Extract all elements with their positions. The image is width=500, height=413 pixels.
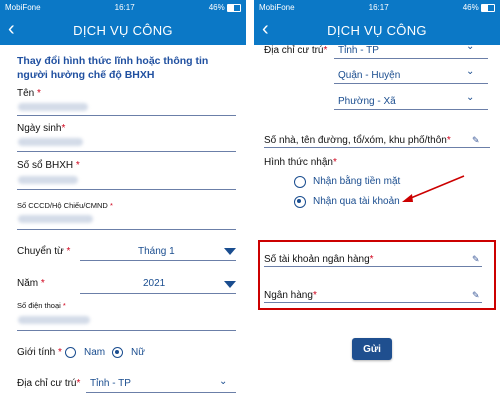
time-label: 16:17	[114, 3, 135, 12]
transfer-from-underline	[80, 260, 236, 261]
district-underline	[334, 83, 488, 84]
chevron-down-icon[interactable]: ⌄	[466, 41, 474, 52]
receive-account-label: Nhận qua tài khoản	[313, 196, 400, 207]
chevron-down-icon[interactable]: ⌄	[466, 92, 474, 103]
form-heading: Thay đổi hình thức lĩnh hoặc thông tin n…	[17, 55, 209, 81]
submit-button-label: Gửi	[363, 343, 381, 355]
back-icon[interactable]: ‹	[262, 19, 269, 39]
battery-label: 46%	[463, 3, 495, 12]
nav-bar: ‹ DỊCH VỤ CÔNG	[0, 15, 246, 45]
pencil-icon[interactable]: ✎	[472, 254, 480, 265]
arrow-head	[402, 194, 413, 202]
phone-label: Số điện thoại *	[17, 301, 66, 310]
id-number-field[interactable]	[17, 229, 236, 230]
year-underline	[80, 293, 236, 294]
carrier-label: MobiFone	[259, 3, 295, 12]
phone-value	[18, 316, 90, 324]
page-title: DỊCH VỤ CÔNG	[73, 22, 173, 38]
chevron-down-icon[interactable]: ⌄	[466, 66, 474, 77]
transfer-from-value[interactable]: Tháng 1	[138, 246, 175, 257]
province-underline	[334, 58, 488, 59]
gender-female-radio[interactable]	[112, 347, 123, 358]
gender-male-label: Nam	[84, 347, 106, 358]
phone-screen-left: MobiFone 16:17 46% ‹ DỊCH VỤ CÔNG Thay đ…	[0, 0, 246, 413]
chevron-down-icon[interactable]: ⌄	[219, 376, 227, 387]
bank-name-field[interactable]	[264, 302, 482, 303]
receive-cash-radio[interactable]	[294, 176, 306, 188]
dob-value	[18, 138, 83, 146]
dob-field[interactable]	[17, 151, 236, 152]
battery-label: 46%	[209, 3, 241, 12]
nav-bar: ‹ DỊCH VỤ CÔNG	[254, 15, 500, 45]
gender-male-radio[interactable]	[65, 347, 76, 358]
caret-down-icon[interactable]	[224, 281, 236, 288]
red-arrow-annotation	[402, 175, 465, 202]
arrow-line	[405, 175, 465, 201]
submit-button[interactable]: Gửi	[352, 338, 392, 360]
id-number-label: Số CCCD/Hộ Chiếu/CMND *	[17, 201, 113, 210]
bank-account-label: Số tài khoản ngân hàng*	[264, 254, 374, 265]
street-address-label: Số nhà, tên đường, tổ/xóm, khu phố/thôn*	[264, 135, 451, 146]
receive-method-label: Hình thức nhận*	[264, 157, 337, 168]
carrier-label: MobiFone	[5, 3, 41, 12]
province-underline	[86, 392, 236, 393]
name-field[interactable]	[17, 115, 236, 116]
transfer-from-label: Chuyển từ *	[17, 246, 71, 257]
gender-female-label: Nữ	[131, 347, 145, 358]
street-address-field[interactable]	[264, 147, 490, 148]
back-icon[interactable]: ‹	[8, 19, 15, 39]
year-value[interactable]: 2021	[143, 278, 165, 289]
status-bar: MobiFone 16:17 46%	[0, 0, 246, 15]
status-bar: MobiFone 16:17 46%	[254, 0, 500, 15]
bhxh-number-label: Số sổ BHXH *	[17, 160, 80, 171]
ward-underline	[334, 109, 488, 110]
address-label: Địa chỉ cư trú*	[264, 45, 328, 56]
name-label: Tên *	[17, 88, 41, 99]
address-label: Địa chỉ cư trú*	[17, 378, 81, 389]
pencil-icon[interactable]: ✎	[472, 135, 480, 146]
bank-account-field[interactable]	[264, 266, 482, 267]
battery-icon	[480, 3, 495, 12]
gender-label: Giới tính *	[17, 347, 62, 358]
name-value	[18, 103, 88, 111]
year-label: Năm *	[17, 278, 45, 289]
caret-down-icon[interactable]	[224, 248, 236, 255]
id-number-value	[18, 215, 93, 223]
province-value[interactable]: Tỉnh - TP	[90, 378, 131, 389]
phone-field[interactable]	[17, 330, 236, 331]
bank-name-label: Ngân hàng*	[264, 290, 317, 301]
province-value[interactable]: Tỉnh - TP	[338, 45, 379, 56]
receive-account-radio[interactable]	[294, 196, 306, 208]
page-title: DỊCH VỤ CÔNG	[327, 22, 427, 38]
phone-screen-right: MobiFone 16:17 46% ‹ DỊCH VỤ CÔNG Địa ch…	[254, 0, 500, 413]
district-value[interactable]: Quận - Huyện	[338, 70, 400, 81]
receive-cash-label: Nhận bằng tiền mặt	[313, 176, 401, 187]
dob-label: Ngày sinh*	[17, 123, 66, 134]
ward-value[interactable]: Phường - Xã	[338, 96, 396, 107]
bhxh-number-value	[18, 176, 78, 184]
bhxh-number-field[interactable]	[17, 189, 236, 190]
time-label: 16:17	[368, 3, 389, 12]
pencil-icon[interactable]: ✎	[472, 290, 480, 301]
battery-icon	[226, 3, 241, 12]
